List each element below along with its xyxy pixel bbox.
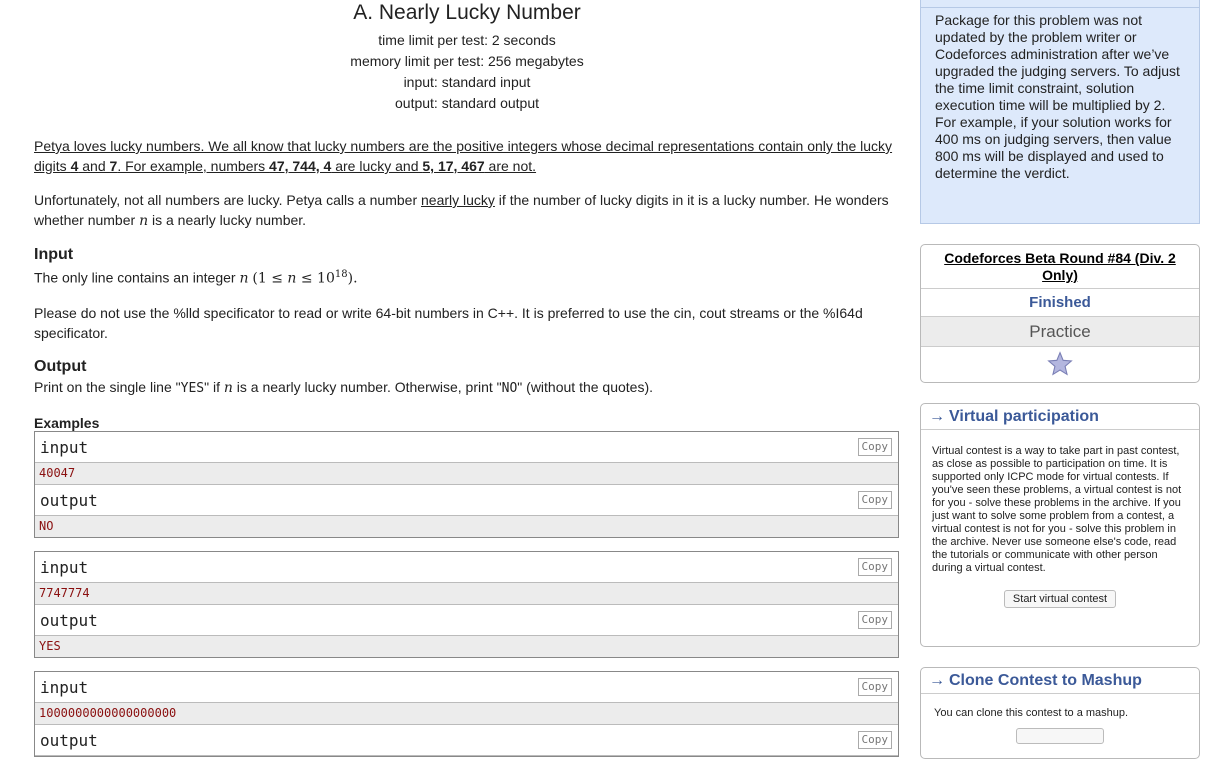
virtual-heading: Virtual participation <box>949 408 1099 425</box>
input-file: input: standard input <box>403 74 531 90</box>
output-spec-text: " (without the quotes). <box>517 378 654 395</box>
problem-title: A. Nearly Lucky Number <box>353 1 581 24</box>
bound-open: (1 ≤ <box>252 270 288 287</box>
copy-input-button[interactable]: Copy <box>857 557 892 576</box>
memory-limit: memory limit per test: 256 megabytes <box>350 53 584 69</box>
example-block: input Copy 1000000000000000000 output Co… <box>34 670 899 757</box>
output-spec-text: Print on the single line " <box>34 378 181 395</box>
statement-paragraph-1: Petya loves lucky numbers. We all know t… <box>34 136 900 176</box>
bound-exponent: 18 <box>334 269 348 280</box>
output-spec-text: " if <box>204 378 224 395</box>
lucky-examples: 47, 744, 4 <box>269 158 332 174</box>
copy-output-button[interactable]: Copy <box>857 610 892 629</box>
input-label: input <box>40 437 89 457</box>
io-note: Please do not use the %lld specificator … <box>34 304 863 341</box>
nearly-lucky-term: nearly lucky <box>421 192 495 208</box>
copy-output-button[interactable]: Copy <box>857 490 892 509</box>
no-literal: NO <box>501 380 518 396</box>
example-input-header: input Copy <box>35 671 898 703</box>
example-input-data: 7747774 <box>35 582 898 605</box>
clone-contest-title: → Clone Contest to Mashup <box>921 668 1199 694</box>
examples-title: Examples <box>34 414 100 431</box>
example-block: input Copy 7747774 output Copy YES <box>34 550 899 658</box>
output-label: output <box>40 610 98 630</box>
star-icon[interactable] <box>1047 351 1073 377</box>
variable-n: n <box>223 379 233 396</box>
statement-text: . For example, numbers <box>117 158 270 174</box>
output-label: output <box>40 730 98 750</box>
arrow-right-icon: → <box>929 408 945 425</box>
time-limit: time limit per test: 2 seconds <box>378 32 556 48</box>
virtual-participation-title: → Virtual participation <box>921 404 1199 430</box>
example-input-data: 40047 <box>35 462 898 485</box>
bound-close: ). <box>347 270 358 287</box>
example-input-header: input Copy <box>35 551 898 583</box>
variable-n: n <box>239 270 249 287</box>
statement-text: and <box>78 158 110 174</box>
example-output-header: output Copy <box>35 484 898 516</box>
contest-info-box: Codeforces Beta Round #84 (Div. 2 Only) … <box>920 244 1200 383</box>
practice-label[interactable]: Practice <box>921 317 1199 347</box>
example-block: input Copy 40047 output Copy NO <box>34 430 899 538</box>
virtual-button-wrap: Start virtual contest <box>921 589 1199 608</box>
input-spec-text: The only line contains an integer <box>34 269 240 286</box>
clone-description: You can clone this contest to a mashup. <box>934 707 1129 719</box>
notice-header-bar <box>921 0 1199 8</box>
variable-n: n <box>139 213 149 229</box>
output-spec: Print on the single line "YES" if n is a… <box>34 377 900 399</box>
output-file: output: standard output <box>395 95 539 111</box>
start-virtual-contest-button[interactable]: Start virtual contest <box>1003 590 1117 608</box>
statement-text: is a nearly lucky number. <box>148 212 307 228</box>
example-output-data: YES <box>35 635 898 657</box>
virtual-participation-box: → Virtual participation Virtual contest i… <box>920 403 1200 647</box>
statement-text: are lucky and <box>331 158 423 174</box>
copy-output-button[interactable]: Copy <box>857 730 892 749</box>
input-section-title: Input <box>34 246 74 263</box>
example-output-data: NO <box>35 515 898 537</box>
output-section-title: Output <box>34 357 87 375</box>
input-label: input <box>40 677 89 697</box>
clone-heading: Clone Contest to Mashup <box>949 672 1142 689</box>
contest-link[interactable]: Codeforces Beta Round #84 (Div. 2 Only) <box>944 250 1176 283</box>
favourite-row <box>921 347 1199 382</box>
virtual-description: Virtual contest is a way to take part in… <box>932 445 1182 574</box>
problem-statement: A. Nearly Lucky Number time limit per te… <box>34 0 900 757</box>
input-spec: The only line contains an integer n (1 ≤… <box>34 265 900 289</box>
example-output-header: output Copy <box>35 604 898 636</box>
example-input-header: input Copy <box>35 431 898 463</box>
clone-contest-box: → Clone Contest to Mashup You can clone t… <box>920 667 1200 759</box>
example-input-data: 1000000000000000000 <box>35 702 898 725</box>
example-output-header: output Copy <box>35 724 898 756</box>
problem-limits: time limit per test: 2 seconds memory li… <box>34 30 900 114</box>
contest-title: Codeforces Beta Round #84 (Div. 2 Only) <box>921 245 1199 289</box>
bound-mid: ≤ 10 <box>296 270 335 287</box>
input-label: input <box>40 557 89 577</box>
copy-input-button[interactable]: Copy <box>857 437 892 456</box>
output-spec-text: is a nearly lucky number. Otherwise, pri… <box>232 378 502 395</box>
statement-paragraph-2: Unfortunately, not all numbers are lucky… <box>34 190 900 231</box>
statement-text: Unfortunately, not all numbers are lucky… <box>34 192 421 208</box>
unlucky-examples: 5, 17, 467 <box>422 158 485 174</box>
judging-notice: Package for this problem was not updated… <box>920 0 1200 224</box>
statement-text: are not. <box>484 158 537 174</box>
copy-input-button[interactable]: Copy <box>857 677 892 696</box>
arrow-right-icon: → <box>929 672 945 689</box>
clone-contest-button[interactable] <box>1016 728 1104 744</box>
contest-phase: Finished <box>921 289 1199 317</box>
yes-literal: YES <box>180 380 205 396</box>
output-label: output <box>40 490 98 510</box>
notice-text: Package for this problem was not updated… <box>935 12 1180 181</box>
